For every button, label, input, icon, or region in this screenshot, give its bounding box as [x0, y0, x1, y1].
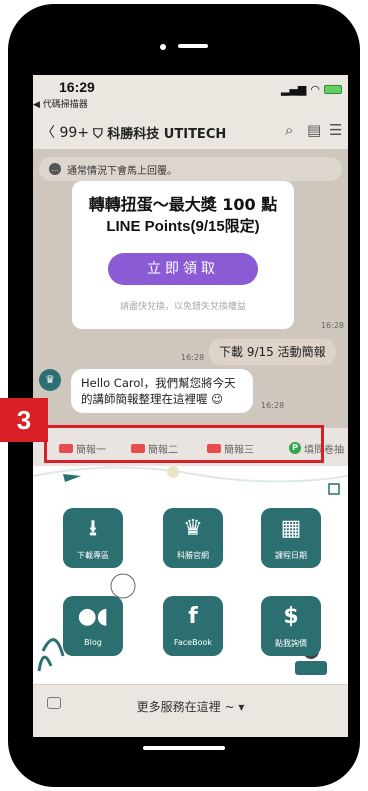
back-to-app-link[interactable]: ◀ 代碼掃描器 — [33, 97, 88, 110]
home-indicator[interactable] — [143, 746, 225, 750]
message-time: 16:28 — [261, 401, 285, 410]
outgoing-message[interactable]: 下載 9/15 活動簡報 — [209, 339, 336, 365]
menu-icon[interactable]: ☰ — [329, 121, 342, 139]
incoming-message[interactable]: Hello Carol，我們幫您將今天 的講師簡報整理在這裡喔 😉 — [71, 369, 253, 413]
search-icon[interactable]: ⌕ — [285, 121, 293, 139]
chat-header: 〈 99+ ⛉ 科勝科技 UTITECH ⌕ ▤ ☰ — [33, 115, 348, 149]
clock: 16:29 — [59, 79, 95, 95]
incoming-line2: 的講師簡報整理在這裡喔 😉 — [81, 392, 224, 406]
message-time: 16:28 — [181, 353, 205, 362]
shield-icon: ⛉ — [93, 127, 108, 142]
download-icon: ⭳ — [89, 516, 97, 541]
claim-button[interactable]: 立即領取 — [108, 253, 258, 285]
utitech-logo-icon: ♛ — [183, 516, 203, 541]
promo-note: 請盡快兌換，以免錯失兌換權益 — [119, 302, 246, 312]
menu-tile-download[interactable]: ⭳ 下載專區 — [63, 508, 123, 568]
screen: 16:29 ◀ 代碼掃描器 ▂▄▆ ◠ 〈 99+ ⛉ 科勝科技 UTITECH… — [33, 75, 348, 737]
facebook-icon: f — [188, 604, 198, 629]
bot-avatar[interactable]: ♛ — [39, 369, 61, 391]
menu-tile-facebook[interactable]: f FaceBook — [163, 596, 223, 656]
step-label: 3 — [0, 398, 48, 442]
menu-toggle[interactable]: 更多服務在這裡 ~ ▾ — [33, 698, 348, 715]
incoming-line1: Hello Carol，我們幫您將今天 — [81, 376, 236, 390]
bottom-bar: 更多服務在這裡 ~ ▾ — [33, 684, 348, 737]
system-icons: ▂▄▆ ◠ — [281, 83, 342, 96]
auto-reply-notice[interactable]: … 通常情況下會馬上回覆。 — [39, 157, 342, 181]
status-bar: 16:29 ◀ 代碼掃描器 ▂▄▆ ◠ — [33, 75, 348, 115]
menu-tile-website[interactable]: ♛ 科勝官網 — [163, 508, 223, 568]
menu-tile-blog[interactable]: ●◖ Blog — [63, 596, 123, 656]
menu-tile-quote[interactable]: $ 點我詢價 — [261, 596, 321, 656]
back-button[interactable]: 〈 99+ — [41, 122, 89, 142]
calendar-icon: ▦ — [280, 516, 302, 541]
camera-dot — [160, 44, 166, 50]
promo-line1: 轉轉扭蛋～最大獎 100 點 — [88, 195, 278, 214]
message-time: 16:28 — [320, 321, 344, 330]
chat-title: ⛉ 科勝科技 UTITECH — [93, 127, 227, 142]
notice-text: 通常情況下會馬上回覆。 — [67, 165, 177, 177]
battery-icon — [324, 85, 342, 94]
rich-menu: ⭳ 下載專區 ♛ 科勝官網 ▦ 課程日期 ●◖ Blog f FaceBook … — [33, 466, 348, 684]
speaker-bar — [178, 44, 208, 48]
menu-tile-schedule[interactable]: ▦ 課程日期 — [261, 508, 321, 568]
highlight-frame — [44, 425, 324, 463]
speech-icon: … — [49, 163, 61, 175]
wifi-icon: ◠ — [310, 83, 320, 96]
promo-line2: LINE Points(9/15限定) — [106, 218, 260, 235]
promo-card[interactable]: 轉轉扭蛋～最大獎 100 點 LINE Points(9/15限定) 立即領取 … — [72, 181, 294, 329]
chat-area: … 通常情況下會馬上回覆。 轉轉扭蛋～最大獎 100 點 LINE Points… — [33, 149, 348, 439]
signal-icon: ▂▄▆ — [281, 83, 307, 96]
dollar-icon: $ — [283, 604, 299, 629]
notes-icon[interactable]: ▤ — [307, 121, 321, 139]
medium-icon: ●◖ — [77, 604, 109, 629]
